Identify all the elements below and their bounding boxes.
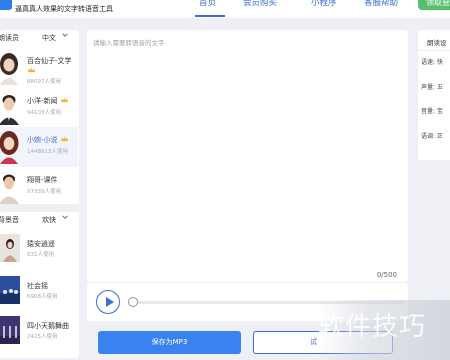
music-usage-count: 2425人使用: [27, 334, 58, 340]
music-panel-header: 背景音 欢快: [0, 212, 79, 228]
voice-usage-count: 57339人使用: [27, 189, 61, 195]
divider: [418, 50, 450, 51]
avatar: [0, 130, 20, 164]
tempo-select[interactable]: 欢快: [42, 215, 56, 225]
progress-handle[interactable]: [128, 297, 138, 307]
voice-item-xiaowan[interactable]: 小婉-小说 1448813人使用: [0, 127, 78, 167]
music-thumbnail: [0, 234, 20, 262]
music-thumbnail: [0, 316, 20, 344]
crown-icon: [61, 136, 68, 142]
settings-title: 朗读设: [427, 39, 447, 47]
voice-item-xiaoyang[interactable]: 小洋-新闻 94103人使用: [0, 88, 78, 128]
chevron-down-icon[interactable]: [62, 32, 68, 38]
avatar: [0, 51, 20, 85]
voice-usage-count: 1448813人使用: [27, 149, 68, 155]
voice-item-xiangge[interactable]: 翔哥-课件 57339人使用: [0, 167, 78, 207]
app-tagline: 逼真真人效果的文字转语音工具: [15, 5, 113, 13]
music-name: 社会摇: [27, 282, 48, 290]
music-name: 四小天鹅舞曲: [27, 322, 69, 330]
avatar: [0, 170, 20, 204]
volume-voice-setting[interactable]: 声量: 五: [421, 82, 443, 91]
tone-setting[interactable]: 语调: 正: [421, 131, 443, 140]
nav-support[interactable]: 客服帮助: [364, 0, 398, 8]
play-icon: [106, 297, 114, 307]
save-mp3-button[interactable]: 保存为MP3: [98, 331, 241, 354]
crown-icon: [61, 97, 68, 103]
music-item[interactable]: 猿安逍遥 831人使用: [0, 232, 78, 266]
character-counter: 0/500: [376, 271, 397, 279]
voice-panel: 朗读员 中文 百合仙子-文学 88097人使用 小洋-新闻 94103人使用 小…: [0, 30, 79, 204]
voice-name: 小婉-小说: [27, 136, 58, 144]
music-item[interactable]: 社会摇 6908人使用: [0, 274, 78, 308]
text-input-area[interactable]: 请输入需要转语音的文字 0/500: [87, 30, 408, 282]
play-button[interactable]: [96, 290, 120, 314]
voice-panel-title: 朗读员: [0, 34, 19, 42]
voice-usage-count: 94103人使用: [27, 110, 61, 116]
music-thumbnail: [0, 276, 20, 304]
nav-membership[interactable]: 会员购买: [243, 0, 277, 8]
voice-usage-count: 88097人使用: [27, 79, 61, 85]
music-name: 猿安逍遥: [27, 240, 55, 248]
voice-name: 百合仙子-文学: [27, 57, 72, 65]
reading-settings-panel: 朗读设 语速: 快 声量: 五 音量: 宝 语调: 正: [418, 30, 450, 160]
voice-name: 翔哥-课件: [27, 176, 58, 184]
voice-item-baihe[interactable]: 百合仙子-文学 88097人使用: [0, 48, 78, 88]
chevron-down-icon[interactable]: [62, 214, 68, 220]
voice-name: 小洋-新闻: [27, 97, 58, 105]
volume-setting[interactable]: 音量: 宝: [421, 106, 443, 115]
music-usage-count: 6908人使用: [27, 294, 58, 300]
watermark-text: 软件技巧: [318, 312, 427, 342]
top-header: 逼真真人效果的文字转语音工具 首页 会员购买 小程序 客服帮助 领取会员: [0, 0, 450, 18]
nav-home[interactable]: 首页: [199, 0, 216, 8]
nav-mini-program[interactable]: 小程序: [311, 0, 337, 8]
nav-active-indicator: [195, 15, 225, 17]
music-usage-count: 831人使用: [27, 252, 54, 258]
avatar: [0, 91, 20, 125]
language-select[interactable]: 中文: [42, 33, 56, 43]
music-panel-title: 背景音: [0, 216, 19, 224]
music-item[interactable]: 四小天鹅舞曲 2425人使用: [0, 314, 78, 348]
claim-membership-button[interactable]: 领取会员: [418, 0, 450, 10]
speed-setting[interactable]: 语速: 快: [421, 57, 443, 66]
voice-panel-header: 朗读员 中文: [0, 30, 79, 46]
app-logo[interactable]: [0, 0, 12, 10]
text-input-placeholder: 请输入需要转语音的文字: [93, 39, 165, 47]
crown-icon: [28, 67, 35, 73]
music-panel: 背景音 欢快 猿安逍遥 831人使用 社会摇 6908人使用 四小天鹅舞曲 24…: [0, 212, 79, 358]
